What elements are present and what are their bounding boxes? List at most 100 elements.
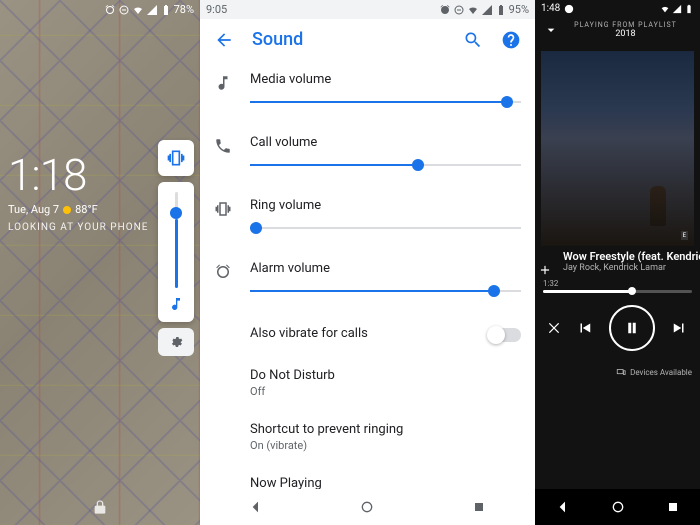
progress-bar[interactable]	[543, 290, 692, 293]
vibrate-icon	[214, 200, 232, 218]
play-pause-button[interactable]	[609, 305, 655, 351]
battery-icon	[495, 4, 507, 16]
lockscreen: 78% 1:18 Tue, Aug 7 88°F LOOKING AT YOUR…	[0, 0, 200, 525]
ring-volume-label: Ring volume	[250, 198, 521, 213]
signal-icon	[672, 4, 682, 14]
volume-slider-card	[158, 182, 194, 322]
sound-settings: 9:05 95% Sound Media volume Call volume	[200, 0, 535, 525]
plus-icon	[538, 263, 552, 277]
add-button[interactable]	[535, 260, 555, 280]
ring-volume-row: Ring volume	[214, 186, 535, 249]
lock-date: Tue, Aug 7	[8, 203, 59, 216]
media-volume-row: Media volume	[214, 60, 535, 123]
progress-section: 1:32	[535, 273, 700, 293]
status-bar: 1:48	[535, 0, 700, 17]
dnd-label: Do Not Disturb	[250, 368, 521, 383]
media-volume-label: Media volume	[250, 72, 521, 87]
alarm-icon	[439, 4, 451, 16]
page-title: Sound	[252, 29, 445, 50]
call-volume-label: Call volume	[250, 135, 521, 150]
elapsed-time: 1:32	[543, 279, 692, 288]
ringer-mode-button[interactable]	[158, 140, 194, 176]
nav-back-icon[interactable]	[248, 499, 264, 515]
gear-icon	[169, 335, 183, 349]
context-name: 2018	[559, 29, 692, 39]
status-bar: 78%	[0, 0, 200, 19]
signal-icon	[146, 4, 158, 16]
volume-panel	[158, 140, 194, 356]
wifi-icon	[467, 4, 479, 16]
shortcut-label: Shortcut to prevent ringing	[250, 422, 521, 437]
alarm-volume-slider[interactable]	[250, 282, 521, 300]
previous-icon[interactable]	[576, 319, 594, 337]
signal-icon	[481, 4, 493, 16]
dnd-icon	[118, 4, 130, 16]
shuffle-icon[interactable]	[547, 321, 561, 335]
search-icon[interactable]	[463, 30, 483, 50]
alarm-volume-row: Alarm volume	[214, 249, 535, 312]
lock-icon	[92, 499, 108, 515]
nav-bar	[535, 489, 700, 525]
vibrate-calls-label: Also vibrate for calls	[250, 326, 489, 341]
wifi-icon	[132, 4, 144, 16]
now-playing-header: PLAYING FROM PLAYLIST 2018	[535, 17, 700, 43]
devices-row[interactable]: Devices Available	[535, 363, 700, 381]
context-type: PLAYING FROM PLAYLIST	[559, 21, 692, 29]
nav-recent-icon[interactable]	[665, 499, 681, 515]
vibrate-calls-toggle[interactable]	[489, 328, 521, 342]
shortcut-sub: On (vibrate)	[250, 439, 521, 452]
nav-recent-icon[interactable]	[471, 499, 487, 515]
shortcut-row[interactable]: Shortcut to prevent ringing On (vibrate)	[214, 410, 535, 464]
music-note-icon	[168, 296, 184, 312]
track-title: Wow Freestyle (feat. Kendrick Lamar)	[563, 250, 692, 263]
battery-icon	[684, 4, 694, 14]
battery-icon	[160, 4, 172, 16]
music-note-icon	[214, 74, 232, 92]
vibrate-calls-row[interactable]: Also vibrate for calls	[214, 312, 535, 356]
track-meta: Wow Freestyle (feat. Kendrick Lamar) Jay…	[535, 246, 700, 273]
dnd-row[interactable]: Do Not Disturb Off	[214, 356, 535, 410]
context-label: PLAYING FROM PLAYLIST 2018	[559, 21, 692, 39]
help-icon[interactable]	[501, 30, 521, 50]
back-icon[interactable]	[214, 30, 234, 50]
chevron-down-icon[interactable]	[543, 22, 559, 38]
playback-controls	[535, 293, 700, 363]
next-icon[interactable]	[670, 319, 688, 337]
volume-slider[interactable]	[175, 192, 178, 288]
devices-label: Devices Available	[630, 368, 692, 377]
ring-volume-slider[interactable]	[250, 219, 521, 237]
nav-back-icon[interactable]	[555, 499, 571, 515]
status-time: 1:48	[541, 3, 560, 14]
alarm-volume-label: Alarm volume	[250, 261, 521, 276]
settings-list: Media volume Call volume Ring volume Ala…	[200, 60, 535, 518]
lock-indicator[interactable]	[0, 499, 200, 515]
sun-icon	[63, 206, 71, 214]
nav-home-icon[interactable]	[610, 499, 626, 515]
alarm-icon	[214, 263, 232, 281]
dnd-icon	[453, 4, 465, 16]
status-bar: 9:05 95%	[200, 0, 535, 19]
pause-icon	[623, 319, 641, 337]
nav-bar	[200, 489, 535, 525]
vibrate-icon	[166, 148, 186, 168]
call-volume-row: Call volume	[214, 123, 535, 186]
app-bar: Sound	[200, 19, 535, 60]
devices-icon	[616, 367, 626, 377]
wifi-icon	[660, 4, 670, 14]
volume-settings-button[interactable]	[158, 328, 194, 356]
lock-temp: 88°F	[75, 203, 98, 216]
spotify-icon	[564, 4, 574, 14]
album-art: E	[541, 51, 694, 246]
call-volume-slider[interactable]	[250, 156, 521, 174]
nav-home-icon[interactable]	[359, 499, 375, 515]
alarm-icon	[104, 4, 116, 16]
battery-pct: 78%	[174, 3, 194, 16]
explicit-badge: E	[681, 231, 688, 240]
phone-icon	[214, 137, 232, 155]
battery-pct: 95%	[509, 3, 529, 16]
media-volume-slider[interactable]	[250, 93, 521, 111]
status-time: 9:05	[206, 3, 437, 16]
dnd-sub: Off	[250, 385, 521, 398]
music-player: 1:48 PLAYING FROM PLAYLIST 2018 E Wow Fr…	[535, 0, 700, 525]
track-artist: Jay Rock, Kendrick Lamar	[563, 263, 692, 273]
